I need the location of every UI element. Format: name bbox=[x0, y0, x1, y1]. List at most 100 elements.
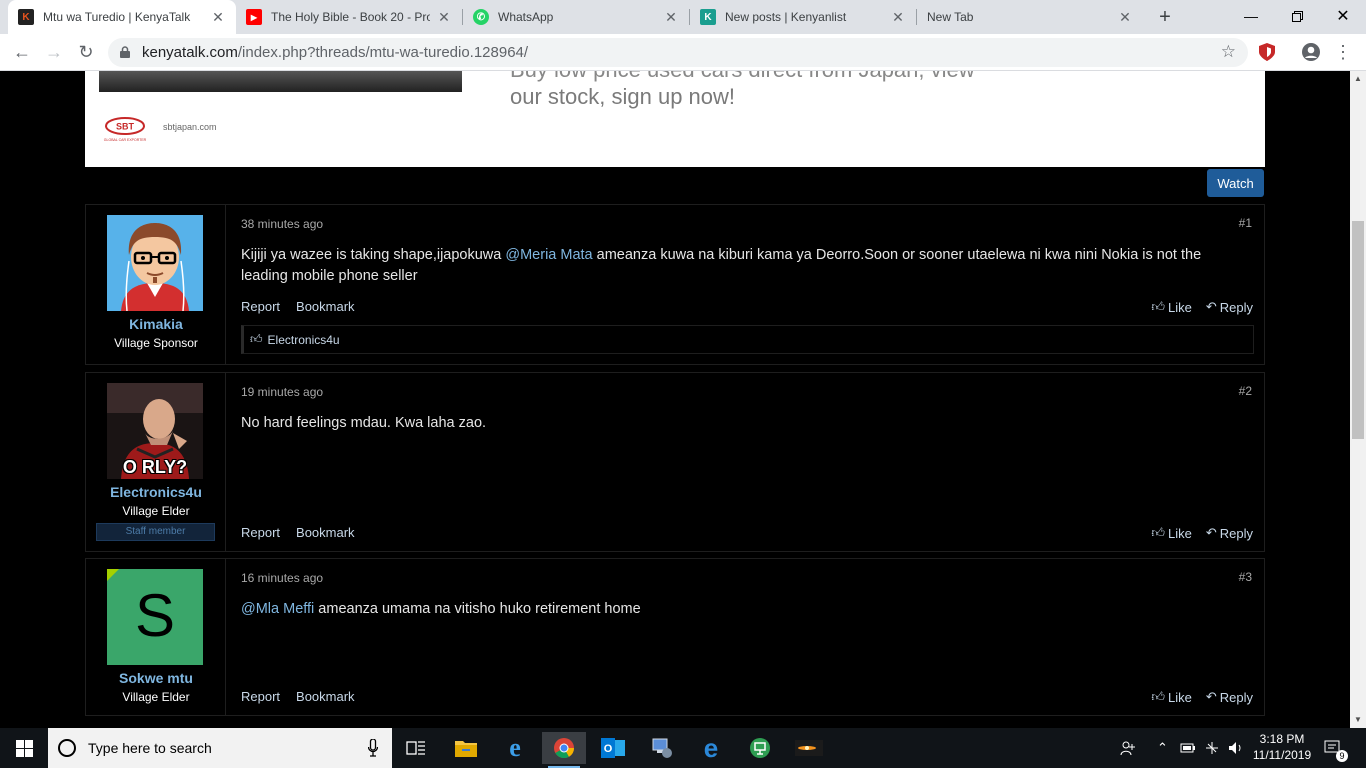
green-app-icon[interactable] bbox=[738, 732, 782, 764]
close-tab-icon[interactable]: ✕ bbox=[436, 9, 452, 26]
message-text: ameanza umama na vitisho huko retirement… bbox=[314, 601, 641, 617]
tab-whatsapp[interactable]: ✆ WhatsApp ✕ bbox=[463, 0, 689, 34]
post-actions-left: Report Bookmark bbox=[241, 299, 355, 314]
file-explorer-icon[interactable] bbox=[444, 732, 488, 764]
outlook-icon[interactable]: O bbox=[591, 732, 635, 764]
ad-text-top-line: Buy low price used cars direct from Japa… bbox=[510, 71, 975, 83]
scroll-down-arrow-icon[interactable]: ▼ bbox=[1350, 712, 1366, 728]
reply-arrow-icon: ↶ bbox=[1205, 299, 1217, 314]
username[interactable]: Sokwe mtu bbox=[86, 670, 226, 686]
microphone-icon[interactable] bbox=[368, 739, 378, 757]
menu-kebab-icon[interactable]: ⋮ bbox=[1332, 41, 1354, 63]
bookmark-star-icon[interactable]: ☆ bbox=[1221, 42, 1236, 62]
shield-extension-icon[interactable] bbox=[1256, 41, 1278, 63]
ad-car-image bbox=[99, 71, 462, 92]
volume-icon[interactable] bbox=[1228, 728, 1246, 768]
page-scrollbar[interactable]: ▲ ▼ bbox=[1350, 71, 1366, 728]
search-placeholder: Type here to search bbox=[88, 740, 212, 756]
battery-icon[interactable] bbox=[1180, 728, 1198, 768]
post-3: S Sokwe mtu Village Elder 16 minutes ago… bbox=[85, 558, 1265, 716]
like-button[interactable]: 👍︎ Like bbox=[1151, 689, 1191, 705]
close-window-icon[interactable]: ✕ bbox=[1320, 0, 1366, 32]
user-mention[interactable]: @Mla Meffi bbox=[241, 601, 314, 617]
close-tab-icon[interactable]: ✕ bbox=[1117, 9, 1133, 26]
url-text: kenyatalk.com/index.php?threads/mtu-wa-t… bbox=[142, 44, 528, 61]
report-link[interactable]: Report bbox=[241, 689, 280, 704]
post-timestamp[interactable]: 16 minutes ago bbox=[241, 571, 323, 585]
network-icon[interactable] bbox=[1204, 728, 1222, 768]
close-tab-icon[interactable]: ✕ bbox=[890, 9, 906, 26]
minimize-icon[interactable]: — bbox=[1228, 0, 1274, 32]
likes-summary: 👍︎ Electronics4u bbox=[241, 325, 1254, 354]
post-number[interactable]: #1 bbox=[1239, 216, 1252, 230]
post-user-column: S Sokwe mtu Village Elder bbox=[86, 559, 226, 715]
post-timestamp[interactable]: 38 minutes ago bbox=[241, 217, 323, 231]
like-button[interactable]: 👍︎ Like bbox=[1151, 525, 1191, 541]
lock-icon bbox=[120, 46, 130, 58]
people-icon[interactable] bbox=[1120, 728, 1138, 768]
bookmark-link[interactable]: Bookmark bbox=[296, 525, 355, 540]
reload-icon[interactable]: ↻ bbox=[74, 41, 98, 65]
profile-avatar-icon[interactable] bbox=[1300, 41, 1322, 63]
reply-button[interactable]: ↶ Reply bbox=[1206, 299, 1253, 315]
liked-by-user[interactable]: Electronics4u bbox=[268, 333, 340, 347]
report-link[interactable]: Report bbox=[241, 299, 280, 314]
user-avatar-kimakia[interactable] bbox=[107, 215, 203, 311]
ad-domain: sbtjapan.com bbox=[163, 122, 217, 132]
post-number[interactable]: #2 bbox=[1239, 384, 1252, 398]
scroll-up-arrow-icon[interactable]: ▲ bbox=[1350, 71, 1366, 87]
user-title: Village Elder bbox=[122, 690, 190, 704]
reply-button[interactable]: ↶ Reply bbox=[1206, 525, 1253, 541]
close-tab-icon[interactable]: ✕ bbox=[663, 9, 679, 26]
task-view-icon[interactable] bbox=[394, 732, 438, 764]
network-computer-icon[interactable] bbox=[640, 732, 684, 764]
browser-tab-strip: K Mtu wa Turedio | KenyaTalk ✕ ▶ The Hol… bbox=[0, 0, 1366, 34]
tab-youtube[interactable]: ▶ The Holy Bible - Book 20 - Pro ✕ bbox=[236, 0, 462, 34]
reply-label: Reply bbox=[1219, 689, 1253, 705]
new-tab-plus-icon[interactable]: + bbox=[1155, 6, 1175, 29]
reply-button[interactable]: ↶ Reply bbox=[1206, 689, 1253, 705]
show-hidden-icons-icon[interactable]: ⌃ bbox=[1157, 728, 1171, 768]
chrome-icon[interactable] bbox=[542, 732, 586, 768]
advertisement-banner[interactable]: SBT GLOBAL CAR EXPORTER sbtjapan.com Buy … bbox=[85, 71, 1265, 167]
report-link[interactable]: Report bbox=[241, 525, 280, 540]
username[interactable]: Electronics4u bbox=[86, 484, 226, 500]
reply-arrow-icon: ↶ bbox=[1205, 525, 1217, 540]
like-label: Like bbox=[1167, 689, 1192, 705]
scrollbar-thumb[interactable] bbox=[1352, 221, 1364, 439]
post-actions-left: Report Bookmark bbox=[241, 525, 355, 540]
avatar-caption: O RLY? bbox=[122, 457, 188, 477]
user-avatar-sokwe-mtu[interactable]: S bbox=[107, 569, 203, 665]
user-avatar-electronics4u[interactable]: O RLY? bbox=[107, 383, 203, 479]
user-mention[interactable]: @Meria Mata bbox=[505, 247, 592, 263]
windows-start-icon[interactable] bbox=[0, 728, 48, 768]
bookmark-link[interactable]: Bookmark bbox=[296, 299, 355, 314]
tab-new-tab[interactable]: New Tab ✕ bbox=[917, 0, 1143, 34]
windows-taskbar: Type here to search e O e ⌃ 3:18 PM 11/1… bbox=[0, 728, 1366, 768]
edge-icon[interactable]: e bbox=[689, 732, 733, 764]
whatsapp-icon: ✆ bbox=[473, 9, 489, 25]
system-clock[interactable]: 3:18 PM 11/11/2019 bbox=[1252, 731, 1312, 763]
internet-explorer-icon[interactable]: e bbox=[493, 732, 537, 764]
restore-icon[interactable] bbox=[1274, 0, 1320, 32]
message-text: Kijiji ya wazee is taking shape,ijapokuw… bbox=[241, 247, 506, 263]
address-bar[interactable]: kenyatalk.com/index.php?threads/mtu-wa-t… bbox=[108, 38, 1248, 67]
action-center-icon[interactable]: 9 bbox=[1324, 728, 1348, 768]
bookmark-link[interactable]: Bookmark bbox=[296, 689, 355, 704]
post-timestamp[interactable]: 19 minutes ago bbox=[241, 385, 323, 399]
watch-button[interactable]: Watch bbox=[1207, 169, 1264, 197]
thumbs-up-icon: 👍︎ bbox=[1151, 689, 1165, 704]
post-number[interactable]: #3 bbox=[1239, 570, 1252, 584]
close-tab-icon[interactable]: ✕ bbox=[210, 9, 226, 26]
like-label: Like bbox=[1167, 525, 1192, 541]
tab-kenyanlist[interactable]: K New posts | Kenyanlist ✕ bbox=[690, 0, 916, 34]
taskbar-search-box[interactable]: Type here to search bbox=[48, 728, 392, 768]
tab-kenyatalk[interactable]: K Mtu wa Turedio | KenyaTalk ✕ bbox=[8, 0, 236, 34]
forward-arrow-icon[interactable]: → bbox=[42, 41, 66, 65]
post-message: @Mla Meffi ameanza umama na vitisho huko… bbox=[241, 599, 1246, 620]
username[interactable]: Kimakia bbox=[86, 316, 226, 332]
tab-title: Mtu wa Turedio | KenyaTalk bbox=[43, 10, 191, 24]
like-button[interactable]: 👍︎ Like bbox=[1151, 299, 1191, 315]
media-app-icon[interactable] bbox=[787, 732, 831, 764]
back-arrow-icon[interactable]: ← bbox=[10, 41, 34, 65]
